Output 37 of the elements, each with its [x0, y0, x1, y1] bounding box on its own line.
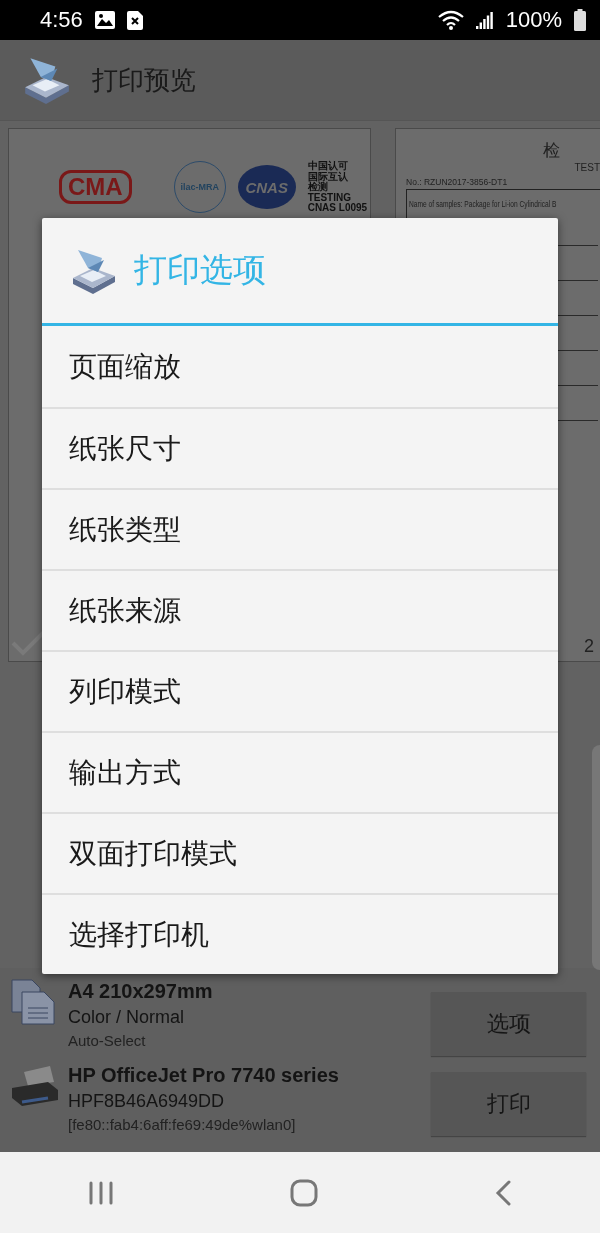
- printer-address: [fe80::fab4:6aff:fe69:49de%wlan0]: [68, 1115, 297, 1135]
- menu-item[interactable]: 列印模式: [42, 650, 558, 731]
- report-heading: 检: [543, 139, 561, 162]
- paper-size: A4 210x297mm: [68, 979, 213, 1004]
- clock: 4:56: [40, 7, 83, 33]
- file-error-icon: [126, 10, 143, 30]
- cma-logo: CMA: [59, 170, 132, 205]
- color-mode: Color / Normal: [68, 1006, 186, 1029]
- accreditation-text: 检测: [307, 182, 329, 193]
- cnas-logo: CNAS: [237, 165, 296, 210]
- accreditation-text: 中国认可: [307, 161, 349, 172]
- recent-apps-icon[interactable]: [88, 1180, 114, 1205]
- battery-level: 100%: [505, 7, 562, 33]
- report-subheading: TEST: [574, 162, 600, 173]
- menu-item[interactable]: 纸张来源: [42, 569, 558, 650]
- menu-item[interactable]: 输出方式: [42, 731, 558, 812]
- paper-source: Auto-Select: [68, 1031, 147, 1051]
- printer-name: HP OfficeJet Pro 7740 series: [68, 1063, 339, 1088]
- signal-icon: [475, 11, 494, 29]
- battery-icon: [574, 9, 586, 31]
- page-number: 2: [584, 636, 595, 657]
- gallery-icon: [94, 11, 115, 29]
- accreditation-text: TESTING: [307, 192, 352, 203]
- menu-item[interactable]: 双面打印模式: [42, 812, 558, 893]
- accreditation-text: CNAS L0095: [307, 203, 368, 214]
- back-icon[interactable]: [494, 1179, 512, 1206]
- menu-item[interactable]: 选择打印机: [42, 893, 558, 974]
- dialog-title: 打印选项: [134, 249, 266, 291]
- accreditation-text: 国际互认: [307, 171, 349, 182]
- report-number: No.: RZUN2017-3856-DT1: [406, 177, 508, 187]
- menu-item[interactable]: 纸张类型: [42, 488, 558, 569]
- menu-item[interactable]: 页面缩放: [42, 326, 558, 407]
- home-icon[interactable]: [290, 1178, 318, 1207]
- printer-id: HPF8B46A6949DD: [68, 1090, 226, 1113]
- menu-item[interactable]: 纸张尺寸: [42, 407, 558, 488]
- app-title: 打印预览: [92, 63, 196, 97]
- wifi-icon: [437, 10, 464, 30]
